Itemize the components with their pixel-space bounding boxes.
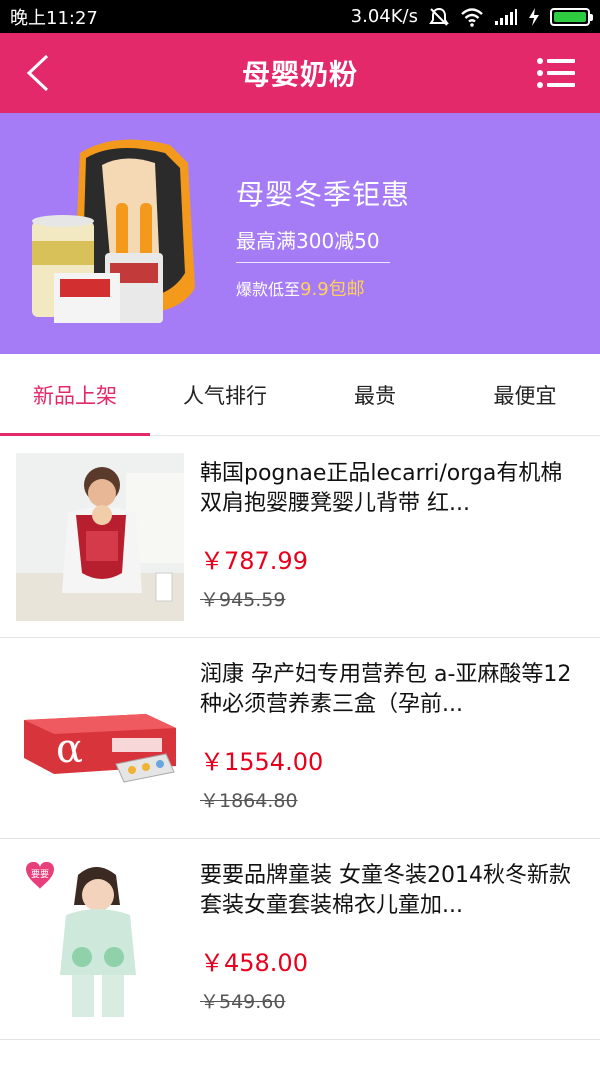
tab-cheapest[interactable]: 最便宜 — [450, 354, 600, 435]
product-original-price: ￥1864.80 — [200, 790, 298, 812]
list-item[interactable]: 韩国pognae正品lecarri/orga有机棉双肩抱婴腰凳婴儿背带 红...… — [0, 437, 600, 638]
banner-product-image — [32, 139, 195, 323]
page-title: 母婴奶粉 — [241, 58, 358, 91]
network-speed: 3.04K/s — [350, 6, 418, 27]
status-icons: 3.04K/s — [350, 6, 593, 28]
product-title: 润康 孕产妇专用营养包 a-亚麻酸等12种必须营养素三盒（孕前... — [200, 662, 572, 717]
chevron-left-icon — [26, 54, 49, 92]
product-list: 韩国pognae正品lecarri/orga有机棉双肩抱婴腰凳婴儿背带 红...… — [0, 437, 600, 1040]
status-time: 晚上11:27 — [10, 7, 98, 29]
banner-title: 母婴冬季钜惠 — [236, 178, 411, 211]
tab-popular[interactable]: 人气排行 — [150, 354, 300, 435]
product-image — [16, 453, 184, 621]
wifi-icon — [461, 7, 483, 27]
battery-icon — [550, 7, 593, 26]
product-title: 韩国pognae正品lecarri/orga有机棉双肩抱婴腰凳婴儿背带 红... — [200, 461, 563, 516]
product-original-price: ￥549.60 — [200, 991, 286, 1013]
product-title: 要要品牌童装 女童冬装2014秋冬新款套装女童套装棉衣儿童加... — [200, 863, 571, 918]
banner-note: 爆款低至9.9包邮 — [236, 275, 410, 301]
promo-banner[interactable]: 母婴冬季钜惠 最高满300减50 爆款低至9.9包邮 — [0, 113, 600, 354]
tab-new-arrivals[interactable]: 新品上架 — [0, 354, 150, 436]
app-header: 母婴奶粉 — [0, 33, 600, 113]
product-price: ￥787.99 — [200, 547, 308, 575]
product-original-price: ￥945.59 — [200, 589, 286, 611]
banner-text: 母婴冬季钜惠 最高满300减50 爆款低至9.9包邮 — [236, 173, 410, 301]
product-price: ￥458.00 — [200, 949, 308, 977]
brand-badge: 要要 — [31, 869, 49, 880]
menu-button[interactable] — [534, 53, 578, 93]
signal-icon — [495, 8, 517, 25]
product-price: ￥1554.00 — [200, 748, 324, 776]
list-menu-icon — [537, 58, 575, 88]
list-item[interactable]: α 润康 孕产妇专用营养包 a-亚麻酸等12种必须营养素三盒（孕前... ￥15… — [0, 638, 600, 839]
svg-text:α: α — [56, 726, 83, 772]
banner-note-prefix: 爆款低至 — [236, 280, 301, 299]
category-tabs: 新品上架 人气排行 最贵 最便宜 — [0, 354, 600, 436]
mute-icon — [429, 7, 449, 26]
product-image: 要要 — [16, 855, 184, 1023]
back-button[interactable] — [18, 53, 58, 93]
banner-subtitle: 最高满300减50 — [236, 225, 390, 263]
tab-most-expensive[interactable]: 最贵 — [300, 354, 450, 435]
status-bar: 晚上11:27 3.04K/s — [0, 0, 600, 33]
list-item[interactable]: 要要 要要品牌童装 女童冬装2014秋冬新款套装女童套装棉衣儿童加... ￥45… — [0, 839, 600, 1040]
product-image: α — [16, 654, 184, 822]
banner-note-highlight: 9.9包邮 — [300, 279, 365, 300]
charging-icon — [529, 7, 539, 26]
